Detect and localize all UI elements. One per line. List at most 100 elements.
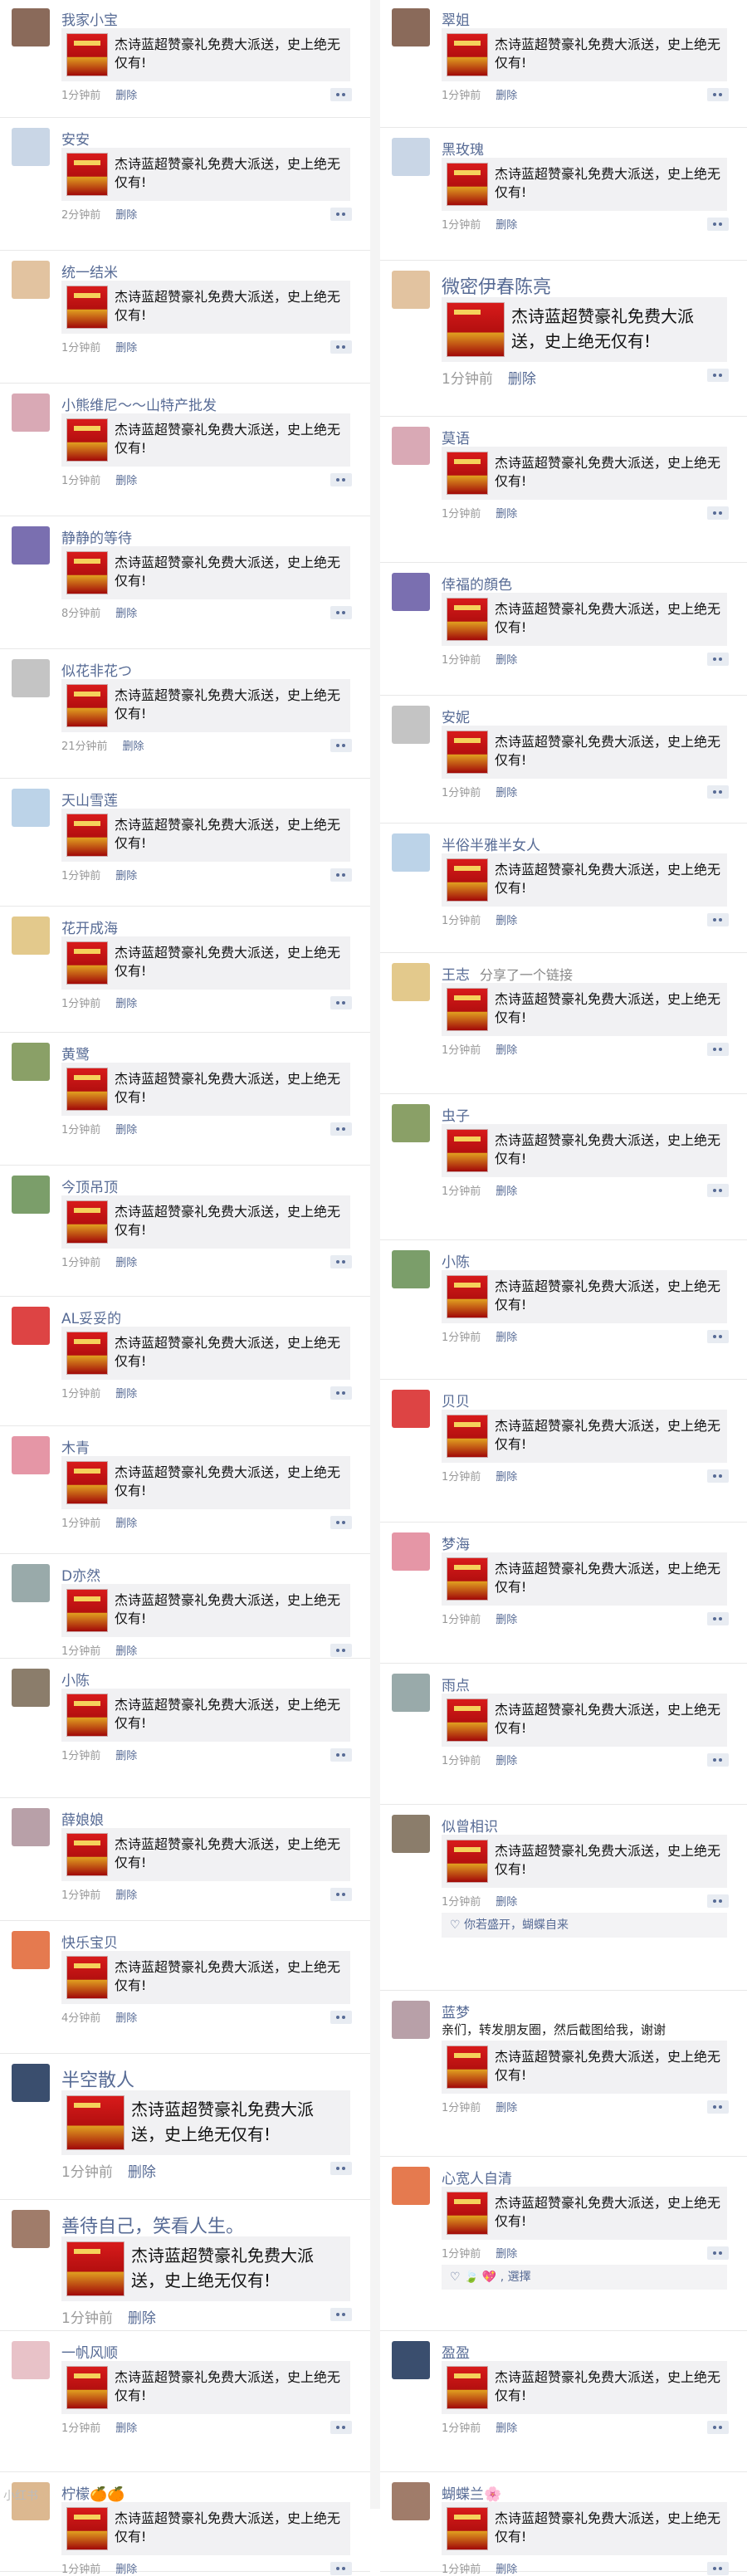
poster-name-text[interactable]: 梦海 <box>442 1537 470 1553</box>
delete-link[interactable]: 删除 <box>115 1124 137 1136</box>
shared-link-card[interactable]: 杰诗蓝超赞豪礼免费大派送，史上绝无仅有! <box>442 1270 727 1323</box>
avatar[interactable] <box>12 917 50 955</box>
avatar[interactable] <box>12 526 50 565</box>
avatar[interactable] <box>392 8 430 46</box>
poster-name[interactable]: 小熊维尼～～山特产批发 <box>61 393 217 414</box>
avatar[interactable] <box>12 8 50 46</box>
delete-link[interactable]: 删除 <box>128 2310 156 2327</box>
shared-link-card[interactable]: 杰诗蓝超赞豪礼免费大派送，史上绝无仅有! <box>442 2502 727 2555</box>
shared-link-card[interactable]: 杰诗蓝超赞豪礼免费大派送，史上绝无仅有! <box>61 2236 350 2301</box>
avatar[interactable] <box>12 789 50 827</box>
avatar[interactable] <box>12 1436 50 1474</box>
delete-link[interactable]: 删除 <box>115 998 137 1010</box>
delete-link[interactable]: 删除 <box>496 1471 517 1484</box>
comment-menu-icon[interactable] <box>330 1888 352 1901</box>
shared-link-card[interactable]: 杰诗蓝超赞豪礼免费大派送，史上绝无仅有! <box>442 1835 727 1888</box>
shared-link-card[interactable]: 杰诗蓝超赞豪礼免费大派送，史上绝无仅有! <box>61 679 350 732</box>
comment-menu-icon[interactable] <box>330 1644 352 1657</box>
delete-link[interactable]: 删除 <box>496 1185 517 1198</box>
delete-link[interactable]: 删除 <box>115 1518 137 1530</box>
poster-name-text[interactable]: 黑玫瑰 <box>442 142 484 159</box>
delete-link[interactable]: 删除 <box>496 1614 517 1626</box>
poster-name[interactable]: 心宽人自清 <box>442 2167 512 2187</box>
comment-menu-icon[interactable] <box>707 506 729 520</box>
poster-name[interactable]: 贝贝 <box>442 1390 470 1410</box>
poster-name[interactable]: 似曾相识 <box>442 1815 498 1835</box>
shared-link-card[interactable]: 杰诗蓝超赞豪礼免费大派送，史上绝无仅有! <box>61 1689 350 1742</box>
avatar[interactable] <box>392 1104 430 1142</box>
poster-name[interactable]: 半空散人 <box>61 2065 134 2092</box>
comment-menu-icon[interactable] <box>707 2562 729 2575</box>
comment-menu-icon[interactable] <box>707 1184 729 1197</box>
poster-name[interactable]: 我家小宝 <box>61 8 118 29</box>
shared-link-card[interactable]: 杰诗蓝超赞豪礼免费大派送，史上绝无仅有! <box>442 2361 727 2414</box>
poster-name[interactable]: 安妮 <box>442 706 470 726</box>
delete-link[interactable]: 删除 <box>115 2012 137 2025</box>
poster-name-text[interactable]: 木青 <box>61 1440 90 1457</box>
delete-link[interactable]: 删除 <box>115 1388 137 1400</box>
shared-link-card[interactable]: 杰诗蓝超赞豪礼免费大派送，史上绝无仅有! <box>61 936 350 990</box>
poster-name-text[interactable]: 半俗半雅半女人 <box>442 838 540 854</box>
avatar[interactable] <box>12 2341 50 2379</box>
shared-link-card[interactable]: 杰诗蓝超赞豪礼免费大派送，史上绝无仅有! <box>61 1828 350 1881</box>
comment-menu-icon[interactable] <box>330 340 352 354</box>
comment-menu-icon[interactable] <box>330 473 352 486</box>
delete-link[interactable]: 删除 <box>115 1889 137 1902</box>
comment-menu-icon[interactable] <box>707 1612 729 1625</box>
shared-link-card[interactable]: 杰诗蓝超赞豪礼免费大派送，史上绝无仅有! <box>442 983 727 1036</box>
shared-link-card[interactable]: 杰诗蓝超赞豪礼免费大派送，史上绝无仅有! <box>61 413 350 467</box>
delete-link[interactable]: 删除 <box>128 2164 156 2181</box>
avatar[interactable] <box>12 1808 50 1846</box>
comment-menu-icon[interactable] <box>330 2308 352 2321</box>
shared-link-card[interactable]: 杰诗蓝超赞豪礼免费大派送，史上绝无仅有! <box>442 1410 727 1463</box>
avatar[interactable] <box>12 393 50 432</box>
poster-name[interactable]: 木青 <box>61 1436 90 1457</box>
poster-name[interactable]: 虫子 <box>442 1104 470 1125</box>
comment-menu-icon[interactable] <box>330 2562 352 2575</box>
avatar[interactable] <box>392 2341 430 2379</box>
avatar[interactable] <box>12 128 50 166</box>
poster-name[interactable]: 小陈 <box>442 1250 470 1271</box>
delete-link[interactable]: 删除 <box>496 787 517 799</box>
poster-name[interactable]: 蝴蝶兰🌸 <box>442 2482 501 2503</box>
delete-link[interactable]: 删除 <box>496 2248 517 2261</box>
poster-name[interactable]: 柠檬🍊🍊 <box>61 2482 124 2503</box>
delete-link[interactable]: 删除 <box>115 608 137 620</box>
poster-name-text[interactable]: 统一结米 <box>61 265 118 281</box>
poster-name-text[interactable]: 蓝梦 <box>442 2005 470 2021</box>
comment-menu-icon[interactable] <box>707 1753 729 1767</box>
poster-name-text[interactable]: 安妮 <box>442 710 470 726</box>
poster-name-text[interactable]: 贝贝 <box>442 1394 470 1410</box>
shared-link-card[interactable]: 杰诗蓝超赞豪礼免费大派送，史上绝无仅有! <box>61 1456 350 1509</box>
comment-menu-icon[interactable] <box>330 2421 352 2434</box>
likes-row[interactable]: ♡ 你若盛开，蝴蝶自来 <box>442 1913 727 1938</box>
poster-name[interactable]: 盈盈 <box>442 2341 470 2362</box>
comment-menu-icon[interactable] <box>707 913 729 926</box>
avatar[interactable] <box>12 2210 50 2248</box>
comment-menu-icon[interactable] <box>707 785 729 799</box>
delete-link[interactable]: 删除 <box>115 209 137 222</box>
comment-menu-icon[interactable] <box>330 868 352 882</box>
poster-name[interactable]: 黑玫瑰 <box>442 138 484 159</box>
shared-link-card[interactable]: 杰诗蓝超赞豪礼免费大派送，史上绝无仅有! <box>61 1195 350 1249</box>
comment-menu-icon[interactable] <box>707 2246 729 2260</box>
shared-link-card[interactable]: 杰诗蓝超赞豪礼免费大派送，史上绝无仅有! <box>442 158 727 211</box>
avatar[interactable] <box>12 1931 50 1969</box>
shared-link-card[interactable]: 杰诗蓝超赞豪礼免费大派送，史上绝无仅有! <box>61 2090 350 2155</box>
delete-link[interactable]: 删除 <box>496 915 517 927</box>
delete-link[interactable]: 删除 <box>496 1044 517 1057</box>
delete-link[interactable]: 删除 <box>115 1750 137 1762</box>
comment-menu-icon[interactable] <box>330 1255 352 1268</box>
poster-name[interactable]: 统一结米 <box>61 261 118 281</box>
poster-name[interactable]: D亦然 <box>61 1564 100 1585</box>
shared-link-card[interactable]: 杰诗蓝超赞豪礼免费大派送，史上绝无仅有! <box>61 148 350 201</box>
comment-menu-icon[interactable] <box>330 2162 352 2175</box>
delete-link[interactable]: 删除 <box>508 371 536 388</box>
comment-menu-icon[interactable] <box>330 606 352 619</box>
shared-link-card[interactable]: 杰诗蓝超赞豪礼免费大派送，史上绝无仅有! <box>61 2502 350 2555</box>
comment-menu-icon[interactable] <box>330 1748 352 1762</box>
poster-name[interactable]: 今顶吊顶 <box>61 1176 118 1196</box>
poster-name-text[interactable]: 翠姐 <box>442 12 470 29</box>
avatar[interactable] <box>392 1674 430 1712</box>
delete-link[interactable]: 删除 <box>496 1332 517 1344</box>
